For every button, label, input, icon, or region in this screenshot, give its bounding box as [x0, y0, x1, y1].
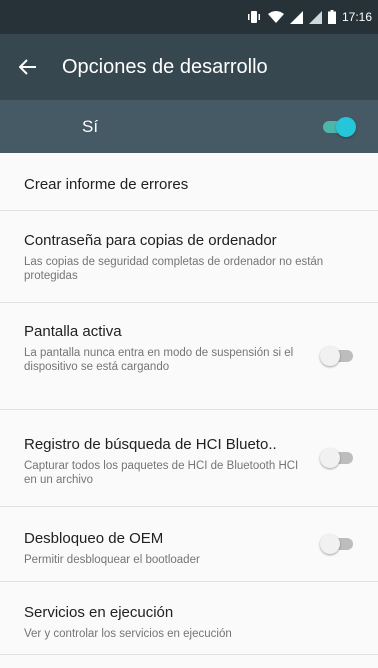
item-summary: Permitir desbloquear el bootloader — [24, 554, 200, 566]
item-title: Registro de búsqueda de HCI Blueto.. — [24, 436, 277, 453]
signal-icon — [289, 10, 303, 24]
stay-awake-toggle[interactable] — [320, 346, 356, 366]
list-item-backup-password[interactable]: Contraseña para copias de ordenador Las … — [0, 211, 378, 303]
switch-thumb — [320, 534, 340, 554]
list-item-oem-unlock[interactable]: Desbloqueo de OEM Permitir desbloquear e… — [0, 507, 378, 582]
oem-unlock-toggle[interactable] — [320, 534, 356, 554]
list-item-bluetooth-hci-log[interactable]: Registro de búsqueda de HCI Blueto.. Cap… — [0, 410, 378, 507]
item-title: Servicios en ejecución — [24, 604, 174, 621]
battery-icon — [327, 10, 336, 24]
arrow-back-icon[interactable] — [0, 34, 56, 100]
status-bar: 17:16 — [0, 0, 378, 34]
master-switch-bar[interactable]: Sí — [0, 100, 378, 153]
list-item-stay-awake[interactable]: Pantalla activa La pantalla nunca entra … — [0, 303, 378, 410]
list-item-bug-report[interactable]: Crear informe de errores — [0, 153, 378, 211]
item-summary: Capturar todos los paquetes de HCI de Bl… — [24, 460, 299, 486]
item-title: Pantalla activa — [24, 323, 122, 340]
settings-list: Crear informe de errores Contraseña para… — [0, 153, 378, 655]
item-title: Desbloqueo de OEM — [24, 530, 164, 547]
bluetooth-hci-log-toggle[interactable] — [320, 448, 356, 468]
item-summary: Las copias de seguridad completas de ord… — [24, 256, 324, 282]
signal-icon — [308, 10, 322, 24]
item-summary: Ver y controlar los servicios en ejecuci… — [24, 628, 232, 640]
switch-thumb — [336, 116, 356, 137]
list-item-running-services[interactable]: Servicios en ejecución Ver y controlar l… — [0, 582, 378, 655]
wifi-icon — [267, 10, 284, 24]
switch-thumb — [320, 346, 340, 366]
page-title: Opciones de desarrollo — [62, 55, 268, 78]
vibrate-icon — [246, 10, 262, 24]
master-switch-label: Sí — [82, 116, 99, 136]
item-title: Crear informe de errores — [24, 176, 189, 193]
clock: 17:16 — [341, 10, 372, 24]
switch-thumb — [320, 448, 340, 468]
item-summary: La pantalla nunca entra en modo de suspe… — [24, 347, 294, 373]
app-bar: Opciones de desarrollo — [0, 34, 378, 100]
item-title: Contraseña para copias de ordenador — [24, 232, 277, 249]
master-switch-toggle[interactable] — [320, 116, 356, 137]
